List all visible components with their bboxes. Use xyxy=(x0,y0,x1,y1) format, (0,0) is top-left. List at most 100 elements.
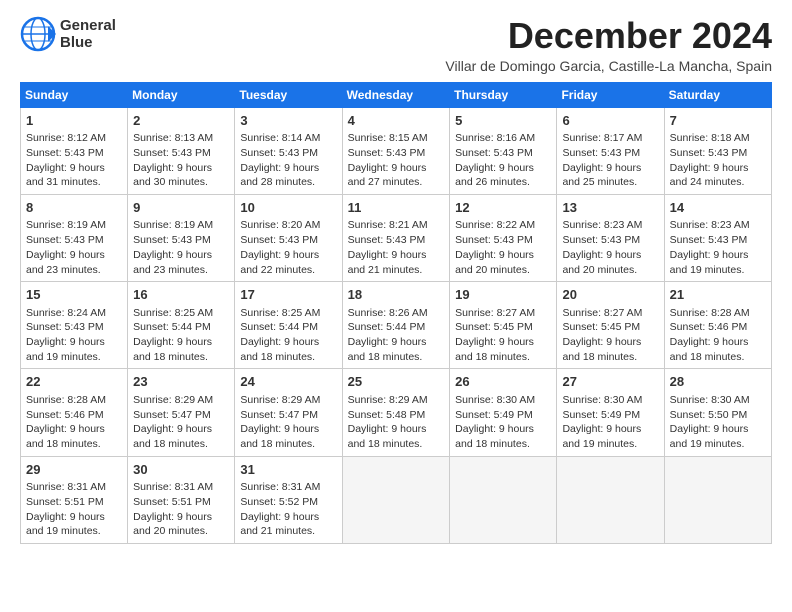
day-info: Sunrise: 8:29 AMSunset: 5:47 PMDaylight:… xyxy=(133,393,229,452)
day-number: 26 xyxy=(455,373,551,391)
day-number: 8 xyxy=(26,199,122,217)
day-number: 12 xyxy=(455,199,551,217)
day-number: 20 xyxy=(562,286,658,304)
day-info: Sunrise: 8:17 AMSunset: 5:43 PMDaylight:… xyxy=(562,131,658,190)
day-number: 24 xyxy=(240,373,336,391)
day-info: Sunrise: 8:22 AMSunset: 5:43 PMDaylight:… xyxy=(455,218,551,277)
table-row: 14Sunrise: 8:23 AMSunset: 5:43 PMDayligh… xyxy=(664,194,771,281)
header-row: General Blue December 2024 Villar de Dom… xyxy=(20,16,772,74)
table-row: 26 Sunrise: 8:30 AMSunset: 5:49 PMDayligh… xyxy=(450,369,557,456)
header-wednesday: Wednesday xyxy=(342,82,450,107)
calendar-week-row: 22 Sunrise: 8:28 AMSunset: 5:46 PMDayligh… xyxy=(21,369,772,456)
day-info: Sunrise: 8:30 AMSunset: 5:49 PMDaylight:… xyxy=(455,393,551,452)
table-row xyxy=(450,456,557,543)
table-row: 24 Sunrise: 8:29 AMSunset: 5:47 PMDayligh… xyxy=(235,369,342,456)
day-number: 14 xyxy=(670,199,766,217)
day-info: Sunrise: 8:28 AMSunset: 5:46 PMDaylight:… xyxy=(26,393,122,452)
logo-text-line2: Blue xyxy=(60,34,116,51)
weekday-header-row: Sunday Monday Tuesday Wednesday Thursday… xyxy=(21,82,772,107)
day-number: 17 xyxy=(240,286,336,304)
table-row: 30Sunrise: 8:31 AMSunset: 5:51 PMDayligh… xyxy=(128,456,235,543)
day-info: Sunrise: 8:24 AMSunset: 5:43 PMDaylight:… xyxy=(26,306,122,365)
day-number: 4 xyxy=(348,112,445,130)
day-info: Sunrise: 8:12 AMSunset: 5:43 PMDaylight:… xyxy=(26,131,122,190)
header-saturday: Saturday xyxy=(664,82,771,107)
day-info: Sunrise: 8:31 AMSunset: 5:51 PMDaylight:… xyxy=(26,480,122,539)
table-row: 17 Sunrise: 8:25 AMSunset: 5:44 PMDayligh… xyxy=(235,282,342,369)
table-row: 18Sunrise: 8:26 AMSunset: 5:44 PMDayligh… xyxy=(342,282,450,369)
day-info: Sunrise: 8:30 AMSunset: 5:50 PMDaylight:… xyxy=(670,393,766,452)
logo: General Blue xyxy=(20,16,116,52)
calendar-week-row: 1Sunrise: 8:12 AMSunset: 5:43 PMDaylight… xyxy=(21,107,772,194)
day-info: Sunrise: 8:25 AMSunset: 5:44 PMDaylight:… xyxy=(133,306,229,365)
header-friday: Friday xyxy=(557,82,664,107)
table-row: 31Sunrise: 8:31 AMSunset: 5:52 PMDayligh… xyxy=(235,456,342,543)
header-monday: Monday xyxy=(128,82,235,107)
day-info: Sunrise: 8:19 AMSunset: 5:43 PMDaylight:… xyxy=(26,218,122,277)
day-number: 11 xyxy=(348,199,445,217)
calendar-week-row: 15 Sunrise: 8:24 AMSunset: 5:43 PMDayligh… xyxy=(21,282,772,369)
title-block: December 2024 Villar de Domingo Garcia, … xyxy=(445,16,772,74)
table-row: 23 Sunrise: 8:29 AMSunset: 5:47 PMDayligh… xyxy=(128,369,235,456)
day-info: Sunrise: 8:25 AMSunset: 5:44 PMDaylight:… xyxy=(240,306,336,365)
logo-globe-icon xyxy=(20,16,56,52)
day-number: 28 xyxy=(670,373,766,391)
table-row: 25Sunrise: 8:29 AMSunset: 5:48 PMDayligh… xyxy=(342,369,450,456)
calendar-week-row: 29Sunrise: 8:31 AMSunset: 5:51 PMDayligh… xyxy=(21,456,772,543)
day-info: Sunrise: 8:15 AMSunset: 5:43 PMDaylight:… xyxy=(348,131,445,190)
table-row: 15 Sunrise: 8:24 AMSunset: 5:43 PMDayligh… xyxy=(21,282,128,369)
day-number: 21 xyxy=(670,286,766,304)
day-info: Sunrise: 8:29 AMSunset: 5:47 PMDaylight:… xyxy=(240,393,336,452)
day-info: Sunrise: 8:16 AMSunset: 5:43 PMDaylight:… xyxy=(455,131,551,190)
day-number: 23 xyxy=(133,373,229,391)
table-row xyxy=(664,456,771,543)
logo-text-line1: General xyxy=(60,17,116,34)
day-info: Sunrise: 8:30 AMSunset: 5:49 PMDaylight:… xyxy=(562,393,658,452)
table-row: 27Sunrise: 8:30 AMSunset: 5:49 PMDayligh… xyxy=(557,369,664,456)
day-info: Sunrise: 8:31 AMSunset: 5:52 PMDaylight:… xyxy=(240,480,336,539)
day-number: 16 xyxy=(133,286,229,304)
table-row: 1Sunrise: 8:12 AMSunset: 5:43 PMDaylight… xyxy=(21,107,128,194)
table-row: 13Sunrise: 8:23 AMSunset: 5:43 PMDayligh… xyxy=(557,194,664,281)
table-row: 28 Sunrise: 8:30 AMSunset: 5:50 PMDayligh… xyxy=(664,369,771,456)
table-row: 8Sunrise: 8:19 AMSunset: 5:43 PMDaylight… xyxy=(21,194,128,281)
table-row: 21 Sunrise: 8:28 AMSunset: 5:46 PMDayligh… xyxy=(664,282,771,369)
day-info: Sunrise: 8:27 AMSunset: 5:45 PMDaylight:… xyxy=(562,306,658,365)
day-info: Sunrise: 8:20 AMSunset: 5:43 PMDaylight:… xyxy=(240,218,336,277)
day-info: Sunrise: 8:31 AMSunset: 5:51 PMDaylight:… xyxy=(133,480,229,539)
day-number: 1 xyxy=(26,112,122,130)
day-info: Sunrise: 8:23 AMSunset: 5:43 PMDaylight:… xyxy=(670,218,766,277)
table-row: 20 Sunrise: 8:27 AMSunset: 5:45 PMDayligh… xyxy=(557,282,664,369)
day-info: Sunrise: 8:27 AMSunset: 5:45 PMDaylight:… xyxy=(455,306,551,365)
day-number: 31 xyxy=(240,461,336,479)
day-number: 7 xyxy=(670,112,766,130)
day-info: Sunrise: 8:28 AMSunset: 5:46 PMDaylight:… xyxy=(670,306,766,365)
day-number: 10 xyxy=(240,199,336,217)
day-number: 22 xyxy=(26,373,122,391)
day-info: Sunrise: 8:21 AMSunset: 5:43 PMDaylight:… xyxy=(348,218,445,277)
table-row: 9Sunrise: 8:19 AMSunset: 5:43 PMDaylight… xyxy=(128,194,235,281)
day-number: 15 xyxy=(26,286,122,304)
day-number: 30 xyxy=(133,461,229,479)
day-number: 9 xyxy=(133,199,229,217)
calendar-week-row: 8Sunrise: 8:19 AMSunset: 5:43 PMDaylight… xyxy=(21,194,772,281)
day-info: Sunrise: 8:14 AMSunset: 5:43 PMDaylight:… xyxy=(240,131,336,190)
table-row: 16 Sunrise: 8:25 AMSunset: 5:44 PMDayligh… xyxy=(128,282,235,369)
table-row xyxy=(557,456,664,543)
table-row: 11Sunrise: 8:21 AMSunset: 5:43 PMDayligh… xyxy=(342,194,450,281)
header-sunday: Sunday xyxy=(21,82,128,107)
day-number: 29 xyxy=(26,461,122,479)
header-thursday: Thursday xyxy=(450,82,557,107)
day-info: Sunrise: 8:13 AMSunset: 5:43 PMDaylight:… xyxy=(133,131,229,190)
day-number: 6 xyxy=(562,112,658,130)
table-row: 22 Sunrise: 8:28 AMSunset: 5:46 PMDayligh… xyxy=(21,369,128,456)
page-container: General Blue December 2024 Villar de Dom… xyxy=(0,0,792,554)
day-number: 19 xyxy=(455,286,551,304)
table-row: 19 Sunrise: 8:27 AMSunset: 5:45 PMDayligh… xyxy=(450,282,557,369)
table-row: 4Sunrise: 8:15 AMSunset: 5:43 PMDaylight… xyxy=(342,107,450,194)
table-row: 10Sunrise: 8:20 AMSunset: 5:43 PMDayligh… xyxy=(235,194,342,281)
day-info: Sunrise: 8:29 AMSunset: 5:48 PMDaylight:… xyxy=(348,393,445,452)
day-number: 5 xyxy=(455,112,551,130)
day-number: 18 xyxy=(348,286,445,304)
table-row xyxy=(342,456,450,543)
